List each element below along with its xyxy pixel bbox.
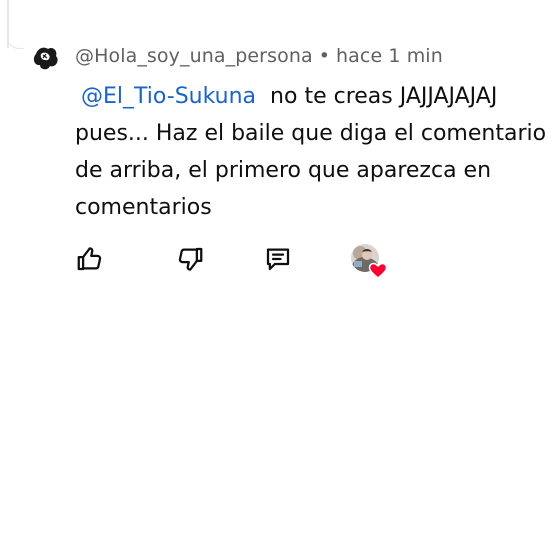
author-avatar[interactable] [30, 42, 62, 74]
comment-screen: @Hola_soy_una_persona • hace 1 min @El_Tio… [0, 0, 560, 560]
comment-actions [0, 243, 560, 283]
creator-heart-avatar[interactable] [350, 243, 388, 279]
thumbs-up-icon [77, 247, 102, 271]
comment-reply-icon [266, 248, 290, 271]
like-button[interactable] [74, 243, 106, 275]
dislike-button[interactable] [174, 243, 206, 275]
comment-line-1: @El_Tio-Sukuna no te creas JAJJAJAJAJ [75, 78, 560, 115]
heart-icon [368, 262, 388, 279]
comment-line-4: comentarios [75, 195, 212, 220]
comment-header: @Hola_soy_una_persona • hace 1 min [75, 45, 443, 67]
mention-link[interactable]: @El_Tio-Sukuna [81, 84, 256, 109]
author-name[interactable]: @Hola_soy_una_persona [75, 45, 313, 67]
thumbs-down-icon [178, 247, 203, 271]
reply-button[interactable] [262, 243, 294, 275]
comment-line-2: pues... Haz el baile que diga el comenta… [75, 121, 547, 146]
comment-line-3: de arriba, el primero que aparezca en [75, 158, 492, 183]
comment-timestamp[interactable]: hace 1 min [336, 45, 443, 67]
header-separator: • [318, 45, 331, 67]
comment-line-1-text: no te creas JAJJAJAJAJ [270, 84, 498, 109]
comment-body: @El_Tio-Sukuna no te creas JAJJAJAJAJ pue… [75, 78, 560, 226]
thread-connector [7, 30, 24, 49]
